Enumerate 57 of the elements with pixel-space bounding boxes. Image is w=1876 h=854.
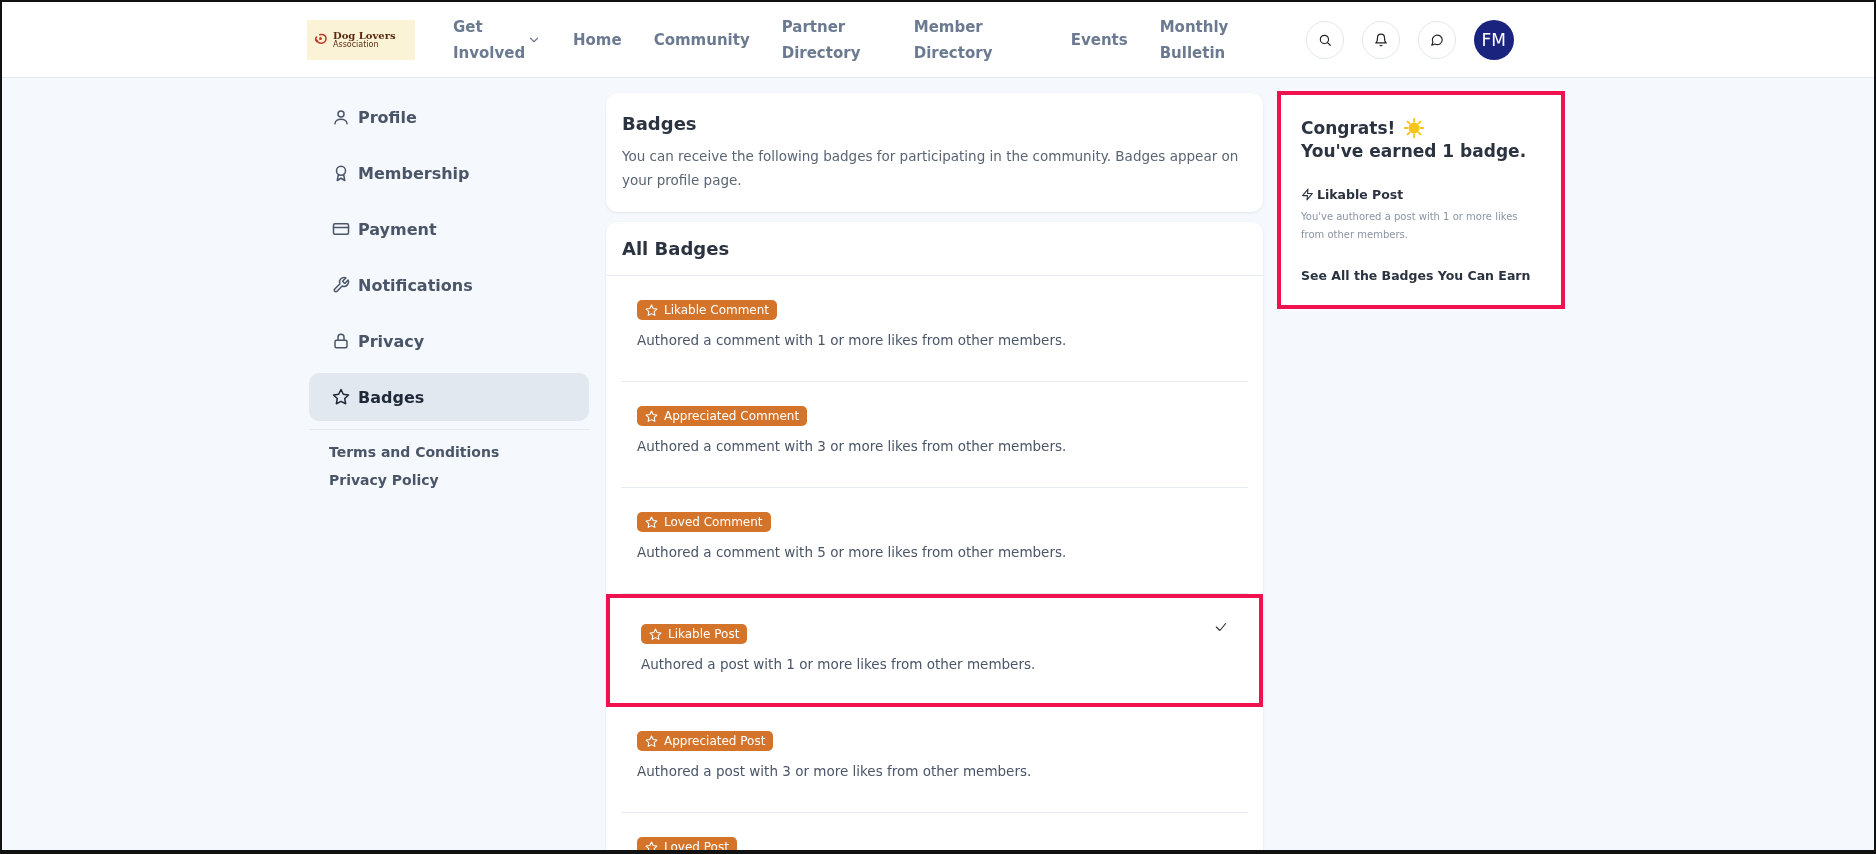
badge-description: Authored a comment with 5 or more likes from other members. [637, 544, 1067, 560]
search-icon [1317, 32, 1332, 47]
footer-link[interactable]: Terms and Conditions [309, 438, 589, 466]
see-all-badges-link[interactable]: See All the Badges You Can Earn [1301, 268, 1531, 283]
badge-tag: Likable Post [641, 624, 748, 644]
nav-link[interactable]: Home [557, 26, 638, 53]
sidebar-item[interactable]: Payment [309, 205, 589, 253]
sidebar-item[interactable]: Badges [309, 373, 589, 421]
person-icon [332, 108, 350, 126]
bell-icon [1373, 32, 1388, 47]
badge-tag: Appreciated Post [637, 731, 774, 751]
card-title: Badges [622, 113, 698, 134]
badge-description: Authored a post with 1 or more likes from other members. [641, 656, 1036, 672]
badge-description: Authored a comment with 3 or more likes from other members. [637, 438, 1067, 454]
star-icon [645, 409, 658, 423]
lock-icon [332, 332, 350, 350]
search-button[interactable] [1305, 20, 1344, 59]
star-icon [645, 303, 658, 317]
messages-button[interactable] [1417, 20, 1456, 59]
badge-description: Authored a post with 3 or more likes from other members. [637, 763, 1032, 779]
card-icon [332, 220, 350, 238]
star-icon [332, 388, 350, 406]
badge-tag: Loved Comment [637, 512, 771, 532]
star-icon [645, 840, 658, 850]
sidebar-item[interactable]: Membership [309, 149, 589, 197]
congrats-title: Congrats! [1301, 118, 1396, 138]
nav-link[interactable]: Partner Directory [765, 13, 898, 66]
badge-description: Authored a comment with 1 or more likes from other members. [637, 332, 1067, 348]
earned-badge-name: Likable Post [1317, 187, 1404, 202]
nav-link[interactable]: Get Involved [437, 13, 557, 66]
nav-link[interactable]: Monthly Bulletin [1143, 13, 1246, 66]
earned-badge-description: You've authored a post with 1 or more likes from other members. [1301, 210, 1519, 242]
sidebar-item[interactable]: Privacy [309, 317, 589, 365]
nav-link[interactable]: Member Directory [897, 13, 1055, 66]
sidebar-item[interactable]: Profile [309, 93, 589, 141]
user-avatar[interactable]: FM [1473, 19, 1514, 60]
star-icon [645, 515, 658, 529]
logo[interactable]: Dog Lovers Association [307, 19, 415, 60]
badge-tag: Appreciated Comment [637, 406, 808, 426]
logo-text: Dog Lovers [333, 30, 396, 41]
nav-link[interactable]: Events [1054, 26, 1144, 53]
intro-text: You can receive the following badges for participating in the community. Badges appear on your profile page. [622, 147, 1240, 190]
card-title: All Badges [606, 222, 1263, 276]
sidebar-item[interactable]: Notifications [309, 261, 589, 309]
star-icon [649, 627, 662, 641]
logo-subtitle: Association [333, 40, 380, 49]
checkmark-icon [1214, 620, 1228, 634]
nav-link[interactable]: Community [637, 26, 766, 53]
badge-tag: Likable Comment [637, 300, 778, 320]
congrats-subtitle: You've earned 1 badge. [1301, 141, 1528, 161]
sparkle-icon [1403, 117, 1426, 139]
notifications-button[interactable] [1361, 20, 1400, 59]
chat-bubble-icon [1429, 32, 1444, 47]
lightning-icon [1301, 188, 1314, 201]
wrench-icon [332, 276, 350, 294]
star-icon [645, 734, 658, 748]
footer-link[interactable]: Privacy Policy [309, 466, 589, 494]
